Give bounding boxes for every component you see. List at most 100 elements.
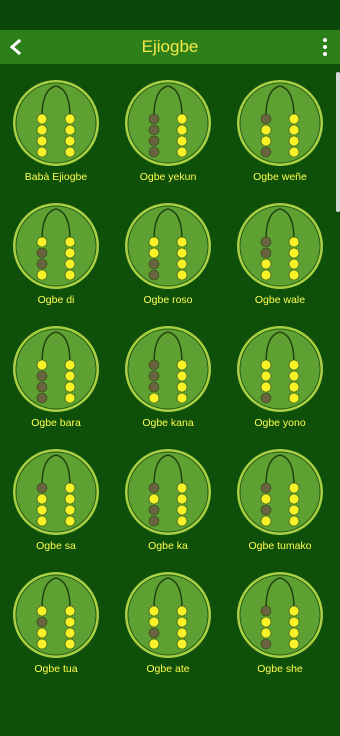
odu-item[interactable]: Ogbe kana (112, 314, 224, 435)
status-bar (0, 0, 340, 30)
left-bead-4 (260, 146, 272, 158)
right-bead-2 (64, 616, 76, 628)
right-bead-3 (176, 504, 188, 516)
opele-chain-icon (237, 203, 323, 289)
left-bead-1 (36, 605, 48, 617)
odu-label: Ogbe di (37, 294, 75, 306)
scrollbar[interactable] (336, 72, 340, 212)
odu-item[interactable]: Babà Ejiogbe (0, 68, 112, 189)
left-bead-1 (148, 605, 160, 617)
odu-item[interactable]: Ogbe weñe (224, 68, 336, 189)
left-bead-2 (148, 370, 160, 382)
more-options-button[interactable] (318, 36, 332, 58)
odu-label: Ogbe yekun (139, 171, 197, 183)
right-bead-4 (176, 638, 188, 650)
left-bead-3 (148, 627, 160, 639)
right-bead-3 (64, 627, 76, 639)
right-bead-1 (176, 113, 188, 125)
left-bead-3 (260, 627, 272, 639)
odu-label: Ogbe tua (34, 663, 78, 675)
right-bead-1 (288, 605, 300, 617)
right-bead-2 (176, 616, 188, 628)
back-button[interactable] (5, 34, 27, 60)
odu-item[interactable]: Ogbe sa (0, 437, 112, 558)
right-bead-1 (64, 113, 76, 125)
right-bead-3 (288, 258, 300, 270)
opele-chain-icon (13, 203, 99, 289)
right-bead-2 (176, 124, 188, 136)
right-bead-3 (64, 258, 76, 270)
left-bead-3 (260, 258, 272, 270)
odu-item[interactable]: Ogbe tua (0, 560, 112, 681)
right-bead-1 (176, 482, 188, 494)
right-bead-4 (176, 269, 188, 281)
right-bead-1 (288, 236, 300, 248)
odu-item[interactable]: Ogbe ate (112, 560, 224, 681)
right-bead-4 (288, 146, 300, 158)
left-bead-2 (260, 493, 272, 505)
left-bead-4 (148, 515, 160, 527)
opele-chain-icon (125, 326, 211, 412)
left-bead-4 (36, 638, 48, 650)
right-bead-2 (64, 124, 76, 136)
right-bead-4 (64, 638, 76, 650)
left-bead-2 (36, 247, 48, 259)
right-bead-2 (176, 370, 188, 382)
odu-item[interactable]: Ogbe ka (112, 437, 224, 558)
right-bead-4 (64, 515, 76, 527)
right-bead-4 (64, 269, 76, 281)
odu-grid: Babà Ejiogbe Ogbe yekun Ogbe weñe Ogbe di Og… (0, 68, 336, 681)
right-bead-3 (176, 135, 188, 147)
opele-chain-icon (237, 572, 323, 658)
left-bead-4 (148, 269, 160, 281)
odu-label: Ogbe bara (31, 417, 81, 429)
left-bead-2 (36, 124, 48, 136)
right-bead-4 (288, 269, 300, 281)
right-bead-3 (64, 135, 76, 147)
odu-item[interactable]: Ogbe tumako (224, 437, 336, 558)
odu-item[interactable]: Ogbe roso (112, 191, 224, 312)
back-arrow-icon (9, 39, 22, 55)
left-bead-4 (260, 269, 272, 281)
odu-item[interactable]: Ogbe yekun (112, 68, 224, 189)
odu-label: Ogbe yono (254, 417, 306, 429)
odu-item[interactable]: Ogbe wale (224, 191, 336, 312)
left-bead-4 (36, 146, 48, 158)
left-bead-3 (148, 381, 160, 393)
odu-label: Ogbe wale (254, 294, 306, 306)
left-bead-2 (260, 247, 272, 259)
left-bead-1 (260, 482, 272, 494)
right-bead-1 (176, 359, 188, 371)
opele-chain-icon (125, 80, 211, 166)
left-bead-4 (36, 392, 48, 404)
more-vert-icon (323, 38, 327, 42)
left-bead-3 (36, 504, 48, 516)
opele-chain-icon (125, 572, 211, 658)
left-bead-2 (260, 616, 272, 628)
right-bead-1 (288, 359, 300, 371)
left-bead-2 (260, 124, 272, 136)
left-bead-4 (148, 392, 160, 404)
left-bead-1 (260, 605, 272, 617)
app-bar: Ejiogbe (0, 30, 340, 64)
left-bead-4 (148, 146, 160, 158)
odu-item[interactable]: Ogbe di (0, 191, 112, 312)
left-bead-1 (148, 236, 160, 248)
odu-item[interactable]: Ogbe yono (224, 314, 336, 435)
opele-chain-icon (13, 80, 99, 166)
odu-item[interactable]: Ogbe bara (0, 314, 112, 435)
odu-item[interactable]: Ogbe she (224, 560, 336, 681)
left-bead-3 (260, 381, 272, 393)
left-bead-3 (148, 504, 160, 516)
right-bead-3 (64, 381, 76, 393)
right-bead-3 (288, 504, 300, 516)
right-bead-4 (64, 392, 76, 404)
odu-label: Ogbe she (257, 663, 303, 675)
odu-label: Ogbe sa (36, 540, 76, 552)
left-bead-4 (260, 515, 272, 527)
odu-label: Babà Ejiogbe (24, 171, 88, 183)
right-bead-3 (176, 381, 188, 393)
opele-chain-icon (13, 326, 99, 412)
right-bead-3 (176, 627, 188, 639)
right-bead-2 (288, 124, 300, 136)
